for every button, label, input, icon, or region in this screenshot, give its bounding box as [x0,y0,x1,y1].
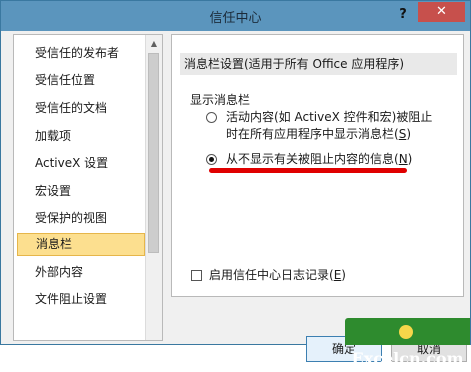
title-bar[interactable]: 信任中心 ? ✕ [1,1,470,31]
radio-never-label-suffix: ) [407,152,413,166]
checkbox-label-suffix: ) [341,268,346,282]
sidebar-item-file-block-settings[interactable]: 文件阻止设置 [17,288,145,311]
sidebar-item-trusted-documents[interactable]: 受信任的文档 [17,97,145,120]
sidebar-item-external-content[interactable]: 外部内容 [17,261,145,284]
radio-show-label-line2: 时在所有应用程序中显示消息栏(S) [226,126,411,143]
radio-show-label-suffix: ) [406,127,411,141]
radio-button-show[interactable] [206,112,217,123]
checkbox-box[interactable] [191,270,202,281]
radio-show-message-bar[interactable]: 活动内容(如 ActiveX 控件和宏)被阻止 时在所有应用程序中显示消息栏(S… [206,109,451,145]
dialog-body: 受信任的发布者 受信任位置 受信任的文档 加载项 ActiveX 设置 宏设置 … [7,32,467,362]
scroll-thumb[interactable] [148,53,159,253]
sidebar-item-addins[interactable]: 加载项 [17,125,145,148]
watermark-logo: Excelcn.com [345,318,470,368]
radio-button-never[interactable] [206,154,217,165]
settings-pane: 消息栏设置(适用于所有 Office 应用程序) 显示消息栏 活动内容(如 Ac… [171,34,464,297]
trust-center-dialog: 信任中心 ? ✕ 受信任的发布者 受信任位置 受信任的文档 加载项 Active… [0,0,471,362]
sidebar-item-trusted-locations[interactable]: 受信任位置 [17,69,145,92]
radio-show-label-prefix: 时在所有应用程序中显示消息栏( [226,127,399,141]
close-icon[interactable]: ✕ [418,2,465,22]
watermark-text: Excelcn.com [351,349,464,368]
radio-never-accesskey: N [398,152,408,166]
annotation-underline [209,168,407,173]
sidebar-item-activex-settings[interactable]: ActiveX 设置 [17,152,145,175]
radio-never-show[interactable]: 从不显示有关被阻止内容的信息(N) [206,151,451,169]
help-icon[interactable]: ? [394,6,412,24]
checkbox-label: 启用信任中心日志记录(E) [209,268,346,283]
group-label: 显示消息栏 [190,93,251,107]
sidebar-item-trusted-publishers[interactable]: 受信任的发布者 [17,42,145,65]
radio-show-label-line1: 活动内容(如 ActiveX 控件和宏)被阻止 [226,110,433,124]
sidebar-scrollbar[interactable]: ▲ [145,35,162,340]
radio-never-label: 从不显示有关被阻止内容的信息(N) [226,151,412,168]
section-header: 消息栏设置(适用于所有 Office 应用程序) [180,53,457,75]
sidebar-item-macro-settings[interactable]: 宏设置 [17,180,145,203]
logo-icon [399,325,413,339]
checkbox-label-prefix: 启用信任中心日志记录( [209,268,334,282]
radio-never-label-prefix: 从不显示有关被阻止内容的信息( [226,152,399,166]
sidebar-item-message-bar[interactable]: 消息栏 [17,233,145,256]
sidebar-item-protected-view[interactable]: 受保护的视图 [17,207,145,230]
sidebar-nav: 受信任的发布者 受信任位置 受信任的文档 加载项 ActiveX 设置 宏设置 … [13,34,163,341]
scroll-up-icon[interactable]: ▲ [146,35,162,52]
